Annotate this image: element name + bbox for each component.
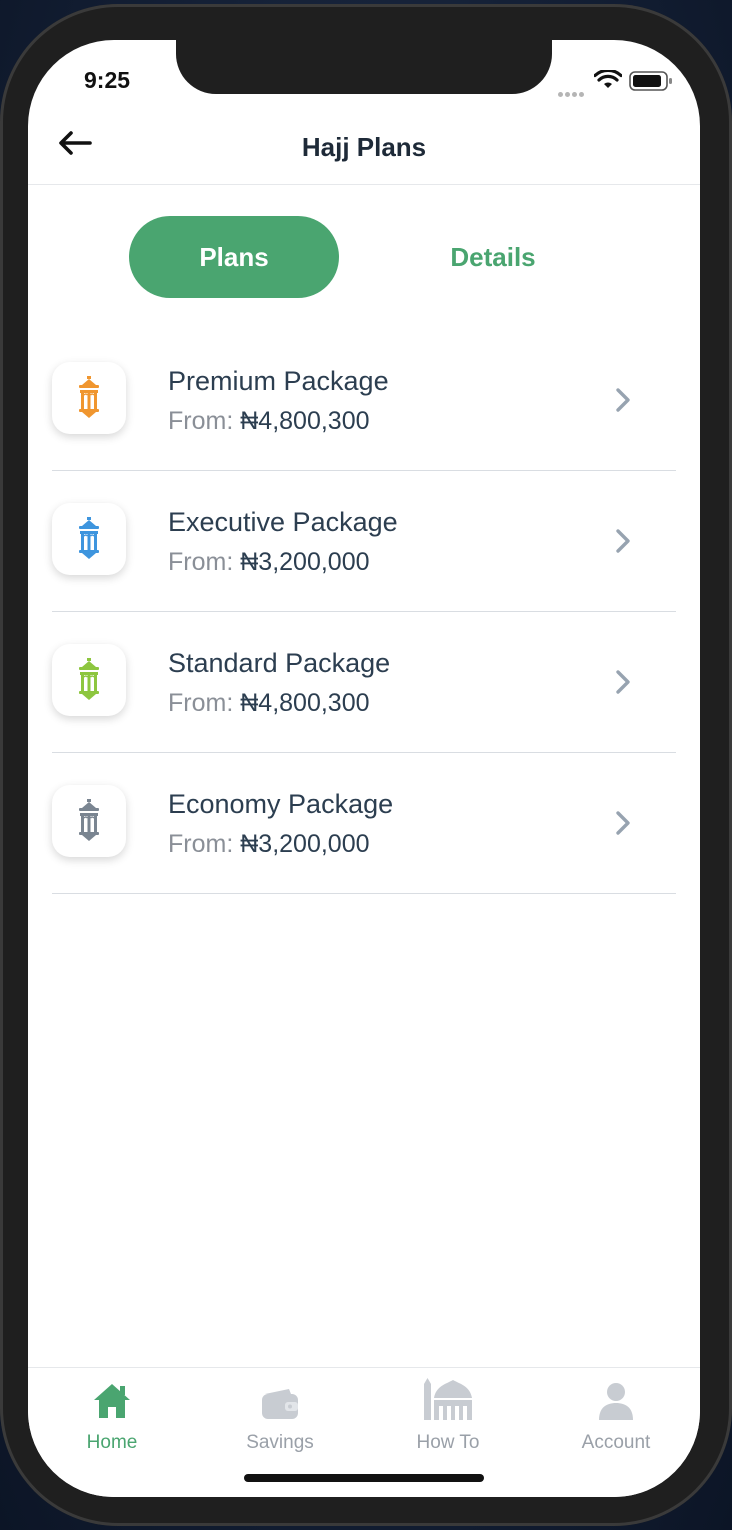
plan-name: Premium Package — [168, 366, 389, 396]
home-indicator — [244, 1474, 484, 1482]
plan-icon-tile — [52, 644, 126, 716]
tab-home-label: Home — [86, 1432, 138, 1453]
plan-price: From: ₦4,800,300 — [168, 689, 370, 718]
plan-icon-tile — [52, 785, 126, 857]
segmented-control: Plans Details — [28, 216, 700, 298]
price-amount: ₦4,800,300 — [240, 689, 370, 717]
tab-home[interactable]: Home — [28, 1376, 196, 1456]
plan-item-economy[interactable]: Economy Package From: ₦3,200,000 — [52, 753, 676, 894]
plan-icon-tile — [52, 503, 126, 575]
price-prefix: From: — [168, 407, 234, 435]
lantern-icon — [79, 517, 99, 559]
price-prefix: From: — [168, 830, 234, 858]
plan-name: Standard Package — [168, 648, 391, 678]
battery-icon — [629, 71, 672, 91]
lantern-icon — [79, 658, 99, 700]
signal-icon — [558, 84, 588, 97]
status-time: 9:25 — [84, 67, 131, 93]
chevron-right-icon — [616, 670, 630, 694]
plan-item-premium[interactable]: Premium Package From: ₦4,800,300 — [52, 330, 676, 471]
price-prefix: From: — [168, 548, 234, 576]
plan-item-executive[interactable]: Executive Package From: ₦3,200,000 — [52, 471, 676, 612]
user-icon — [599, 1383, 633, 1420]
notch — [176, 40, 552, 94]
tab-plans[interactable]: Plans — [129, 216, 339, 298]
plan-icon-tile — [52, 362, 126, 434]
plan-price: From: ₦3,200,000 — [168, 830, 370, 859]
app-screen: 9:25 Hajj Plans Plans Details Premium Pa… — [28, 40, 700, 1497]
price-amount: ₦4,800,300 — [240, 407, 370, 435]
price-amount: ₦3,200,000 — [240, 830, 370, 858]
navigation-bar: Hajj Plans — [28, 104, 700, 185]
chevron-right-icon — [616, 811, 630, 835]
plan-price: From: ₦3,200,000 — [168, 548, 370, 577]
plan-list: Premium Package From: ₦4,800,300 Executi… — [52, 330, 676, 894]
tab-savings-label: Savings — [246, 1432, 314, 1453]
tab-savings[interactable]: Savings — [196, 1376, 364, 1456]
chevron-right-icon — [616, 388, 630, 412]
wallet-icon — [262, 1389, 298, 1419]
plan-item-standard[interactable]: Standard Package From: ₦4,800,300 — [52, 612, 676, 753]
lantern-icon — [79, 799, 99, 841]
tab-account[interactable]: Account — [532, 1376, 700, 1456]
plan-name: Economy Package — [168, 789, 394, 819]
plan-name: Executive Package — [168, 507, 398, 537]
page-title: Hajj Plans — [301, 132, 427, 162]
phone-frame: 9:25 Hajj Plans Plans Details Premium Pa… — [0, 4, 732, 1526]
wifi-icon — [594, 70, 622, 88]
tab-details[interactable]: Details — [388, 216, 598, 298]
plan-price: From: ₦4,800,300 — [168, 407, 370, 436]
mosque-icon — [424, 1378, 472, 1420]
chevron-right-icon — [616, 529, 630, 553]
home-icon — [94, 1384, 130, 1418]
price-amount: ₦3,200,000 — [240, 548, 370, 576]
tab-account-label: Account — [581, 1432, 651, 1453]
tab-how-to-label: How To — [416, 1432, 480, 1453]
tab-how-to[interactable]: How To — [364, 1376, 532, 1456]
lantern-icon — [79, 376, 99, 418]
price-prefix: From: — [168, 689, 234, 717]
